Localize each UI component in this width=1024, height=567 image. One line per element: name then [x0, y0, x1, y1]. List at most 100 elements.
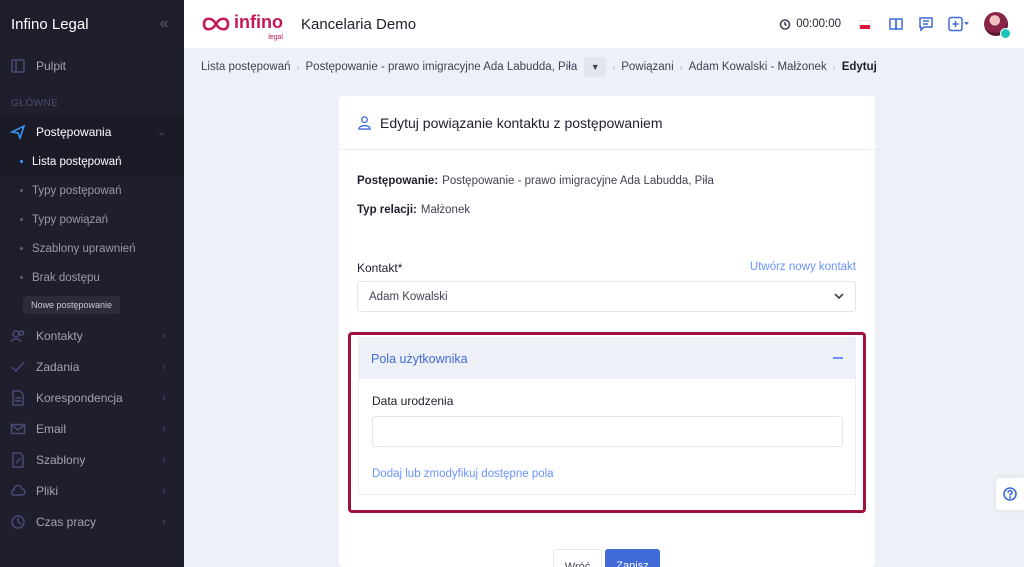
sidebar-brand: Infino Legal « [0, 0, 184, 48]
contact-select[interactable]: Adam Kowalski [357, 281, 856, 312]
sidebar-subitem-permission-templates[interactable]: Szablony uprawnień [0, 234, 184, 263]
collapse-sidebar-icon[interactable]: « [156, 15, 172, 33]
collapse-icon[interactable] [833, 357, 843, 359]
chevron-right-icon: › [162, 422, 166, 435]
breadcrumb-separator-icon: › [832, 62, 836, 72]
contact-label: Kontakt* [357, 261, 403, 275]
bullet-icon [20, 247, 23, 250]
logo-word: infino [234, 11, 283, 32]
bullet-icon [20, 218, 23, 221]
bullet-icon [20, 160, 23, 163]
proceeding-label: Postępowanie: [357, 175, 439, 187]
sidebar-subitem-no-access[interactable]: Brak dostępu [0, 263, 184, 292]
modify-fields-link[interactable]: Dodaj lub zmodyfikuj dostępne pola [372, 468, 554, 480]
create-contact-link[interactable]: Utwórz nowy kontakt [750, 261, 856, 273]
sidebar-item-contacts[interactable]: Kontakty › [0, 320, 184, 351]
infinity-logo-icon [202, 17, 230, 31]
sidebar-item-email[interactable]: Email › [0, 413, 184, 444]
polish-flag-icon[interactable] [859, 19, 871, 29]
work-timer[interactable]: 00:00:00 [779, 18, 841, 30]
sidebar-subitem-relation-types[interactable]: Typy powiązań [0, 205, 184, 234]
chevron-right-icon: › [162, 391, 166, 404]
workspace-title: Kancelaria Demo [300, 15, 417, 33]
relation-type-info: Typ relacji: Małżonek [357, 204, 470, 216]
birthdate-label: Data urodzenia [372, 394, 454, 408]
breadcrumb-dropdown-button[interactable]: ▼ [584, 57, 607, 77]
save-button[interactable]: Zapisz [605, 549, 660, 567]
sidebar-item-tasks[interactable]: Zadania › [0, 351, 184, 382]
app-logo[interactable]: infino legal [201, 11, 283, 41]
chevron-down-icon: ⌄ [156, 126, 166, 138]
sidebar-item-label: Korespondencja [36, 390, 123, 405]
help-button[interactable] [996, 478, 1024, 510]
sidebar-item-files[interactable]: Pliki › [0, 475, 184, 506]
bullet-icon [20, 189, 23, 192]
sidebar-item-label: Postępowania [36, 124, 112, 139]
sidebar-item-proceedings[interactable]: Postępowania ⌄ [0, 116, 184, 147]
sidebar-item-label: Szablony [36, 452, 86, 467]
timer-value: 00:00:00 [796, 18, 841, 30]
chevron-right-icon: › [162, 515, 166, 528]
sidebar-item-correspondence[interactable]: Korespondencja › [0, 382, 184, 413]
cloud-icon [9, 482, 27, 500]
sidebar-item-dashboard[interactable]: Pulpit [0, 50, 184, 81]
back-button[interactable]: Wróć [553, 549, 602, 567]
proceeding-info: Postępowanie: Postępowanie - prawo imigra… [357, 175, 714, 187]
breadcrumb-separator-icon: › [612, 62, 616, 72]
breadcrumb: Lista postępowań › Postępowanie - prawo … [201, 57, 877, 77]
sidebar: Infino Legal « Pulpit GŁÓWNE Postępowani… [0, 0, 184, 567]
user-relation-icon [358, 116, 371, 130]
sidebar-item-label: Kontakty [36, 328, 83, 343]
clock-icon [9, 513, 27, 531]
top-header: infino legal Kancelaria Demo 00:00:00 [184, 0, 1024, 48]
breadcrumb-separator-icon: › [296, 62, 300, 72]
breadcrumb-separator-icon: › [679, 62, 683, 72]
page-title: Edytuj powiązanie kontaktu z postępowani… [380, 114, 663, 131]
chevron-right-icon: › [162, 484, 166, 497]
relation-type-label: Typ relacji: [357, 204, 417, 216]
sidebar-item-label: Pliki [36, 483, 59, 498]
user-fields-title: Pola użytkownika [371, 351, 468, 366]
brand-title: Infino Legal [11, 15, 89, 33]
timer-icon [779, 19, 791, 30]
sidebar-subitem-proceedings-list[interactable]: Lista postępowań [0, 147, 184, 176]
sidebar-item-label: Email [36, 421, 67, 436]
sidebar-subitem-label: Typy postępowań [32, 184, 122, 197]
dashboard-icon [9, 57, 27, 75]
status-indicator [1000, 28, 1011, 39]
breadcrumb-item[interactable]: Postępowanie - prawo imigracyjne Ada Lab… [306, 61, 578, 73]
sidebar-subitem-label: Typy powiązań [32, 213, 109, 226]
template-icon [9, 451, 27, 469]
user-fields-panel: Pola użytkownika Data urodzenia Dodaj lu… [358, 337, 856, 495]
sidebar-item-templates[interactable]: Szablony › [0, 444, 184, 475]
chevron-down-icon [833, 290, 845, 302]
birthdate-input[interactable] [372, 416, 843, 447]
logo-text: infino legal [234, 11, 283, 41]
sidebar-subitem-proceeding-types[interactable]: Typy postępowań [0, 176, 184, 205]
mail-icon [9, 420, 27, 438]
sidebar-item-work-time[interactable]: Czas pracy › [0, 506, 184, 537]
contact-select-value: Adam Kowalski [369, 290, 448, 303]
tasks-icon [9, 358, 27, 376]
breadcrumb-item[interactable]: Lista postępowań [201, 61, 291, 73]
sidebar-subitem-label: Brak dostępu [32, 271, 100, 284]
contacts-icon [9, 327, 27, 345]
user-fields-header[interactable]: Pola użytkownika [359, 338, 855, 379]
sidebar-subitem-label: Szablony uprawnień [32, 242, 136, 255]
sidebar-item-label: Czas pracy [36, 514, 97, 529]
chevron-right-icon: › [162, 453, 166, 466]
proceeding-value: Postępowanie - prawo imigracyjne Ada Lab… [442, 175, 714, 187]
breadcrumb-current: Edytuj [841, 61, 877, 73]
help-icon [1003, 487, 1017, 501]
book-icon[interactable] [888, 16, 904, 32]
chat-icon[interactable] [918, 16, 934, 32]
chevron-right-icon: › [162, 329, 166, 342]
edit-relation-card: Edytuj powiązanie kontaktu z postępowani… [339, 96, 875, 567]
breadcrumb-item[interactable]: Adam Kowalski - Małżonek [689, 61, 827, 73]
sidebar-item-label: Pulpit [36, 58, 67, 73]
new-proceeding-button[interactable]: Nowe postępowanie [23, 296, 121, 314]
breadcrumb-item[interactable]: Powiązani [621, 61, 673, 73]
add-menu-icon[interactable] [948, 16, 970, 32]
avatar[interactable] [984, 12, 1011, 39]
card-header: Edytuj powiązanie kontaktu z postępowani… [339, 96, 875, 150]
